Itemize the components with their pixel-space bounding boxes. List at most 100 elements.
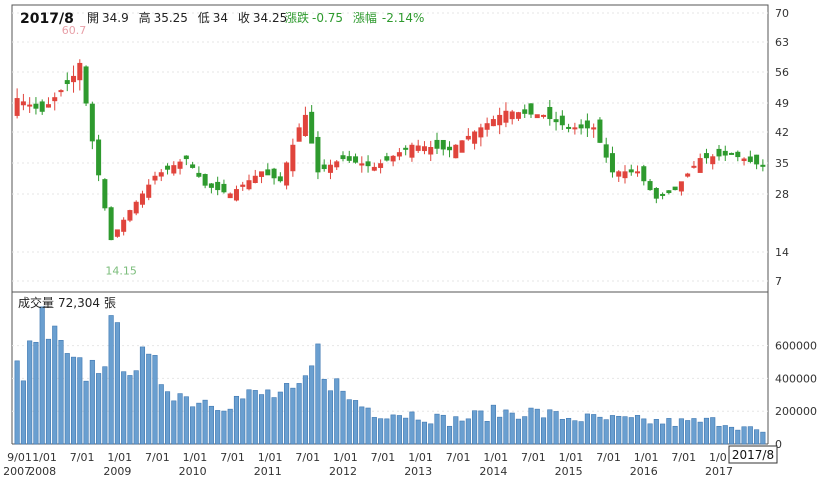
candle-body [271, 168, 277, 179]
candle-body [566, 126, 572, 129]
volume-bar [177, 393, 183, 445]
candle-body [754, 154, 760, 165]
candle-body [265, 169, 271, 176]
volume-value: 72,304 [58, 296, 100, 310]
candle [196, 166, 202, 178]
candle-body [729, 152, 735, 155]
candle-body [378, 163, 384, 168]
candle [384, 152, 390, 162]
volume-bar [164, 391, 171, 445]
candle [534, 114, 540, 119]
low-label: 低 [198, 11, 210, 25]
candle-body [653, 188, 659, 199]
candle-body [584, 120, 590, 129]
candle-body [666, 190, 672, 194]
candle-body [227, 193, 233, 199]
x-tick-label: 1/01 [483, 451, 508, 464]
candle-body [559, 115, 565, 126]
candle [340, 151, 346, 162]
candle [302, 106, 308, 137]
volume-bar [660, 423, 666, 445]
volume-bar [158, 384, 164, 445]
volume-bar [691, 418, 697, 445]
candle-body [609, 153, 615, 173]
candle [39, 99, 45, 115]
candle-body [171, 165, 177, 174]
candle [572, 122, 578, 135]
candle [597, 117, 603, 144]
candle [528, 103, 534, 119]
candle-body [591, 127, 597, 130]
candle-body [534, 114, 540, 119]
x-year-label: 2013 [404, 465, 432, 478]
candle [127, 209, 133, 223]
volume-bar [697, 421, 703, 445]
candle [503, 102, 509, 128]
volume-bar [215, 410, 221, 445]
candle-body [672, 186, 678, 191]
stock-chart[interactable]: 7 14 28 35 42 49 56 63 70 0 200000 400000 600000 9/… [0, 0, 820, 479]
candle [434, 132, 440, 155]
candle-body [102, 179, 108, 209]
candle-body [259, 171, 265, 177]
volume-bar [509, 412, 515, 445]
volume-bar [396, 415, 402, 445]
high-value: 35.25 [154, 11, 188, 25]
x-tick-label: 1/0 [709, 451, 727, 464]
volume-tick-label: 600000 [775, 340, 817, 353]
candle-body [396, 152, 402, 157]
chart-svg[interactable]: 71428354249566370 0200000400000600000 9/… [0, 0, 820, 479]
candle-body [440, 139, 446, 150]
candle [14, 88, 20, 119]
candle [697, 153, 703, 173]
price-tick-label: 56 [775, 66, 789, 79]
candle [152, 171, 158, 185]
volume-bar [497, 416, 503, 445]
volume-bar [246, 389, 252, 445]
volume-bar [434, 413, 440, 445]
volume-bar [378, 418, 384, 445]
candle [465, 128, 471, 141]
candle [139, 190, 145, 208]
volume-bar [685, 420, 691, 445]
volume-bar [296, 383, 302, 445]
low-value: 34 [213, 11, 228, 25]
volume-bar [171, 400, 177, 445]
candle [208, 183, 214, 194]
candle [421, 141, 427, 155]
volume-tick-label: 400000 [775, 372, 817, 385]
volume-bar [666, 418, 672, 445]
volume-bar [108, 315, 114, 445]
candle [660, 192, 666, 200]
volume-bar [83, 380, 89, 445]
candle [190, 161, 196, 169]
candle-body [252, 175, 258, 184]
volume-bar [183, 396, 189, 445]
candle [133, 200, 139, 216]
x-tick-label: 1/01 [333, 451, 358, 464]
candle-body [509, 111, 515, 120]
candle-body [284, 162, 290, 186]
change-label: 漲跌 [285, 10, 309, 25]
candle-body [522, 109, 528, 114]
candle [729, 152, 735, 155]
candle [440, 139, 446, 156]
x-year-label: 2014 [479, 465, 507, 478]
candle-body [89, 103, 95, 142]
candle [58, 89, 64, 97]
volume-bar [327, 390, 334, 445]
candle-body [215, 181, 221, 191]
volume-bar [647, 423, 653, 445]
pct-value: -2.14% [382, 11, 424, 25]
pct-label: 漲幅 [353, 10, 377, 25]
candle-body [33, 103, 39, 109]
candle [678, 181, 684, 196]
candle-body [71, 75, 77, 83]
candle [522, 104, 528, 118]
candle-body [515, 112, 521, 119]
volume-bar [760, 431, 766, 445]
candle-body [459, 140, 465, 153]
candle-body [710, 156, 716, 165]
candle [591, 123, 597, 138]
volume-bar [741, 426, 747, 445]
